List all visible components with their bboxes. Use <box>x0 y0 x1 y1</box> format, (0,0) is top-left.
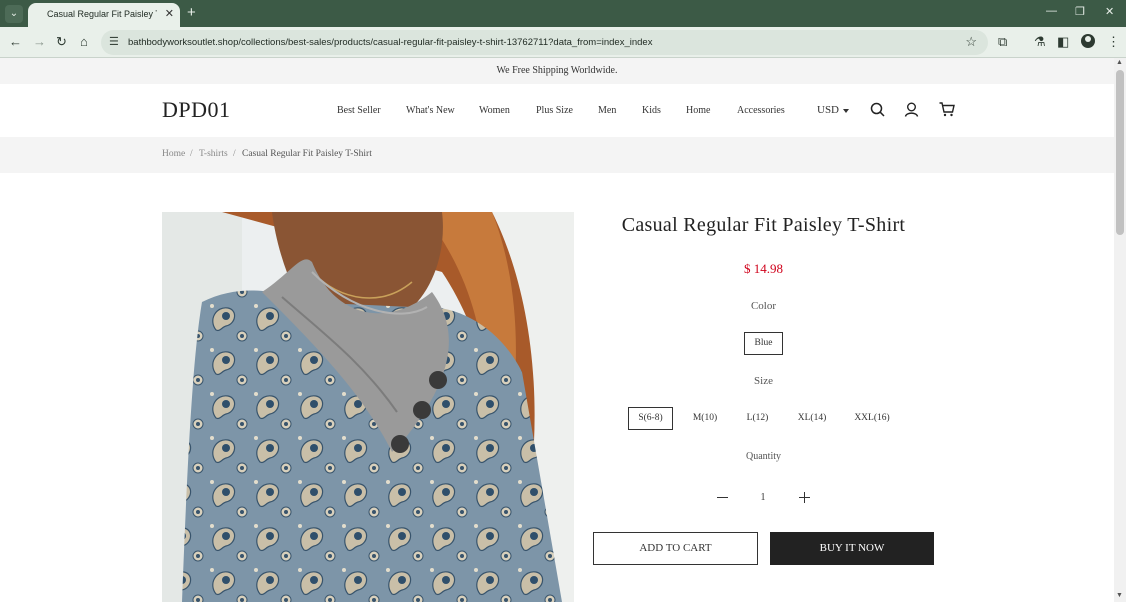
buy-now-button[interactable]: BUY IT NOW <box>770 532 934 565</box>
nav-kids[interactable]: Kids <box>642 105 661 116</box>
scroll-up-icon[interactable]: ▲ <box>1116 59 1123 66</box>
size-option-xxl[interactable]: XXL(16) <box>849 407 895 430</box>
nav-men[interactable]: Men <box>598 105 616 116</box>
nav-accessories[interactable]: Accessories <box>737 105 785 116</box>
breadcrumb-separator: / <box>190 149 193 159</box>
browser-tab-strip: ⌄ Casual Regular Fit Paisley T-Shirt ✕ +… <box>0 0 1126 27</box>
site-logo[interactable]: DPD01 <box>162 97 231 123</box>
size-option-s[interactable]: S(6-8) <box>628 407 673 430</box>
quantity-label: Quantity <box>746 451 781 462</box>
quantity-increase-icon[interactable] <box>799 492 810 503</box>
search-icon[interactable] <box>870 102 885 117</box>
product-title: Casual Regular Fit Paisley T-Shirt <box>621 214 906 236</box>
bookmark-star-icon[interactable]: ☆ <box>965 34 977 50</box>
currency-selector[interactable]: USD <box>817 104 839 116</box>
tab-search-icon[interactable]: ⌄ <box>5 5 23 23</box>
extensions-icon[interactable]: ⧉ <box>998 34 1007 50</box>
breadcrumb-current: Casual Regular Fit Paisley T-Shirt <box>242 149 372 159</box>
add-to-cart-button[interactable]: ADD TO CART <box>593 532 758 565</box>
nav-whats-new[interactable]: What's New <box>406 105 455 116</box>
size-option-xl[interactable]: XL(14) <box>792 407 832 430</box>
site-header: DPD01 Best Seller What's New Women Plus … <box>0 84 1114 137</box>
minimize-icon[interactable]: — <box>1046 5 1057 17</box>
url-text[interactable]: bathbodyworksoutlet.shop/collections/bes… <box>128 37 652 48</box>
reload-icon[interactable]: ↻ <box>56 34 67 50</box>
back-icon[interactable]: ← <box>9 34 22 49</box>
address-bar[interactable]: ☰ bathbodyworksoutlet.shop/collections/b… <box>101 30 988 55</box>
labs-icon[interactable]: ⚗ <box>1034 34 1046 50</box>
scroll-thumb[interactable] <box>1116 70 1124 235</box>
product-image[interactable] <box>162 212 574 602</box>
color-option-blue[interactable]: Blue <box>744 332 783 355</box>
browser-tab[interactable]: Casual Regular Fit Paisley T-Shirt ✕ <box>28 3 180 27</box>
home-icon[interactable]: ⌂ <box>80 34 88 49</box>
size-option-m[interactable]: M(10) <box>686 407 724 430</box>
breadcrumb-category[interactable]: T-shirts <box>199 149 228 159</box>
chevron-down-icon[interactable] <box>843 109 849 113</box>
breadcrumb-home[interactable]: Home <box>162 149 185 159</box>
breadcrumb-separator: / <box>233 149 236 159</box>
product-price: $ 14.98 <box>744 261 783 276</box>
side-panel-icon[interactable]: ◧ <box>1057 34 1069 50</box>
breadcrumb: Home / T-shirts / Casual Regular Fit Pai… <box>0 137 1114 173</box>
nav-women[interactable]: Women <box>479 105 510 116</box>
account-icon[interactable] <box>904 102 919 117</box>
size-option-l[interactable]: L(12) <box>740 407 775 430</box>
nav-best-seller[interactable]: Best Seller <box>337 105 381 116</box>
new-tab-icon[interactable]: + <box>187 4 196 21</box>
nav-home[interactable]: Home <box>686 105 710 116</box>
quantity-value[interactable]: 1 <box>755 492 771 503</box>
color-label: Color <box>750 300 777 312</box>
profile-icon[interactable] <box>1081 34 1095 48</box>
scroll-down-icon[interactable]: ▼ <box>1116 592 1123 599</box>
nav-plus-size[interactable]: Plus Size <box>536 105 573 116</box>
close-window-icon[interactable]: ✕ <box>1105 5 1114 18</box>
restore-icon[interactable]: ❐ <box>1075 5 1085 18</box>
menu-icon[interactable]: ⋮ <box>1107 34 1120 50</box>
site-info-icon[interactable]: ☰ <box>109 35 119 48</box>
page-scrollbar[interactable]: ▲ ▼ <box>1114 58 1126 602</box>
cart-icon[interactable] <box>939 102 955 117</box>
tab-title: Casual Regular Fit Paisley T-Shirt <box>47 9 157 19</box>
tab-close-icon[interactable]: ✕ <box>165 7 174 20</box>
quantity-decrease-icon[interactable] <box>717 497 728 498</box>
forward-icon[interactable]: → <box>33 34 46 49</box>
announcement-bar: We Free Shipping Worldwide. <box>0 58 1114 84</box>
browser-toolbar: ← → ↻ ⌂ ☰ bathbodyworksoutlet.shop/colle… <box>0 27 1126 58</box>
size-label: Size <box>754 375 773 387</box>
